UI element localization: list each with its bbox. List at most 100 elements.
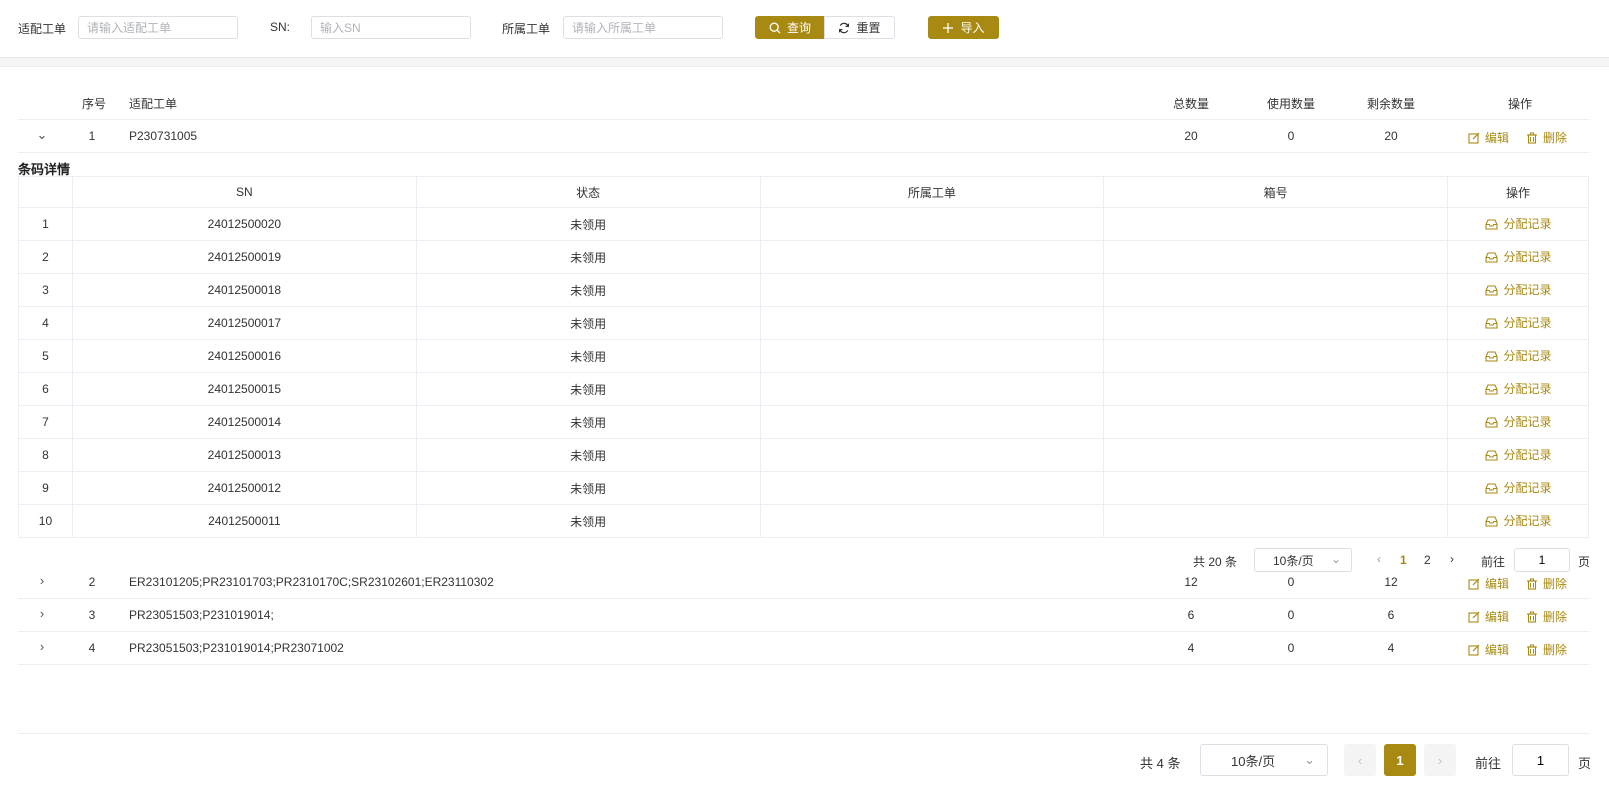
detail-col-box: 箱号: [1103, 176, 1449, 208]
row-index: 2: [88, 575, 96, 589]
detail-row-status: 未领用: [415, 273, 761, 307]
allocation-record-label: 分配记录: [1503, 514, 1552, 529]
detail-row-status: 未领用: [415, 207, 761, 241]
edit-label: 编辑: [1485, 610, 1510, 624]
allocation-record-link[interactable]: 分配记录: [1484, 446, 1552, 463]
delete-button[interactable]: 删除: [1526, 641, 1567, 658]
table-row[interactable]: ⌄ 1 P230731005 20 0 20 编辑 删除: [18, 120, 1589, 153]
allocation-record-link[interactable]: 分配记录: [1484, 479, 1552, 496]
row-order: ER23101205;PR23101703;PR2310170C;SR23102…: [129, 575, 494, 589]
chevron-down-icon: ⌄: [1330, 552, 1341, 566]
detail-col-no: [18, 176, 73, 208]
goto-page-input[interactable]: [1512, 744, 1569, 776]
col-remain-header: 剩余数量: [1366, 97, 1415, 111]
delete-button[interactable]: 删除: [1526, 129, 1567, 146]
goto-label: 前往: [1475, 756, 1502, 771]
row-used: 0: [1287, 608, 1295, 622]
reset-button[interactable]: 重置: [824, 16, 895, 39]
chevron-right-icon[interactable]: ›: [35, 607, 49, 621]
detail-row-status: 未领用: [415, 339, 761, 373]
order-filter-input[interactable]: [78, 16, 238, 39]
edit-button[interactable]: 编辑: [1468, 641, 1509, 658]
detail-row-ops: 分配记录: [1447, 504, 1589, 538]
edit-icon: [1468, 132, 1480, 144]
detail-row-status: 未领用: [415, 438, 761, 472]
detail-row-box: [1103, 240, 1449, 274]
detail-row-status: 未领用: [415, 405, 761, 439]
allocation-record-label: 分配记录: [1503, 382, 1552, 397]
allocation-record-link[interactable]: 分配记录: [1484, 512, 1552, 529]
allocation-record-link[interactable]: 分配记录: [1484, 215, 1552, 232]
page-size-value: 10条/页: [1231, 753, 1276, 769]
detail-row-box: [1103, 339, 1449, 373]
detail-row-sn: 24012500011: [71, 504, 417, 538]
import-button-label: 导入: [960, 21, 985, 35]
edit-button[interactable]: 编辑: [1468, 129, 1509, 146]
detail-row-ops: 分配记录: [1447, 306, 1589, 340]
row-index: 1: [88, 129, 96, 143]
trash-icon: [1527, 644, 1537, 656]
detail-table: SN 状态 所属工单 箱号 操作 1 24012500020 未领用 分配记录 2 240…: [18, 176, 1589, 538]
col-total-header: 总数量: [1172, 97, 1209, 111]
detail-col-belong: 所属工单: [759, 176, 1105, 208]
query-button[interactable]: 查询: [755, 16, 825, 39]
delete-label: 删除: [1543, 131, 1568, 145]
detail-row-belong: [759, 372, 1105, 406]
table-row[interactable]: › 3 PR23051503;P231019014; 6 0 6 编辑 删除: [18, 599, 1589, 632]
detail-row-box: [1103, 273, 1449, 307]
next-page-button[interactable]: ›: [1424, 744, 1456, 776]
import-button[interactable]: 导入: [928, 16, 999, 39]
edit-button[interactable]: 编辑: [1468, 608, 1509, 625]
delete-button[interactable]: 删除: [1526, 575, 1567, 592]
detail-row-ops: 分配记录: [1447, 273, 1589, 307]
chevron-right-icon[interactable]: ›: [35, 640, 49, 654]
inbox-icon: [1484, 318, 1498, 329]
row-total: 6: [1187, 608, 1195, 622]
allocation-record-link[interactable]: 分配记录: [1484, 248, 1552, 265]
detail-row-sn: 24012500019: [71, 240, 417, 274]
inbox-icon: [1484, 252, 1498, 263]
chevron-right-icon[interactable]: ›: [35, 574, 49, 588]
detail-row-box: [1103, 438, 1449, 472]
allocation-record-link[interactable]: 分配记录: [1484, 380, 1552, 397]
row-order: PR23051503;P231019014;: [129, 608, 274, 622]
row-total: 4: [1187, 641, 1195, 655]
sn-filter-input[interactable]: [311, 16, 471, 39]
table-row[interactable]: › 2 ER23101205;PR23101703;PR2310170C;SR231…: [18, 566, 1589, 599]
row-remain: 12: [1384, 575, 1398, 589]
allocation-record-link[interactable]: 分配记录: [1484, 281, 1552, 298]
allocation-record-link[interactable]: 分配记录: [1484, 413, 1552, 430]
detail-row-belong: [759, 240, 1105, 274]
detail-row: 1 24012500020 未领用 分配记录: [18, 207, 1589, 241]
detail-row-no: 6: [18, 372, 73, 406]
belong-filter-input[interactable]: [563, 16, 723, 39]
detail-row-no: 3: [18, 273, 73, 307]
edit-icon: [1468, 578, 1480, 590]
table-row[interactable]: › 4 PR23051503;P231019014;PR23071002 4 0 4 编辑 删…: [18, 632, 1589, 665]
page-size-select[interactable]: 10条/页 ⌄: [1200, 744, 1328, 776]
detail-row-sn: 24012500012: [71, 471, 417, 505]
detail-row-ops: 分配记录: [1447, 372, 1589, 406]
inbox-icon: [1484, 417, 1498, 428]
allocation-record-link[interactable]: 分配记录: [1484, 314, 1552, 331]
prev-page-button[interactable]: ‹: [1344, 744, 1376, 776]
delete-button[interactable]: 删除: [1526, 608, 1567, 625]
detail-row-ops: 分配记录: [1447, 339, 1589, 373]
detail-row-sn: 24012500017: [71, 306, 417, 340]
section-divider: [0, 57, 1609, 67]
chevron-down-icon[interactable]: ⌄: [35, 128, 49, 142]
query-button-label: 查询: [786, 21, 811, 35]
detail-row-belong: [759, 471, 1105, 505]
chevron-left-icon: ‹: [1357, 752, 1363, 768]
allocation-record-link[interactable]: 分配记录: [1484, 347, 1552, 364]
page-number-current[interactable]: 1: [1384, 744, 1416, 776]
inbox-icon: [1484, 483, 1498, 494]
allocation-record-label: 分配记录: [1503, 415, 1552, 430]
edit-label: 编辑: [1485, 643, 1510, 657]
detail-row-belong: [759, 306, 1105, 340]
detail-col-status: 状态: [415, 176, 761, 208]
edit-button[interactable]: 编辑: [1468, 575, 1509, 592]
row-index: 3: [88, 608, 96, 622]
detail-row-status: 未领用: [415, 306, 761, 340]
col-ops-header: 操作: [1507, 97, 1532, 111]
